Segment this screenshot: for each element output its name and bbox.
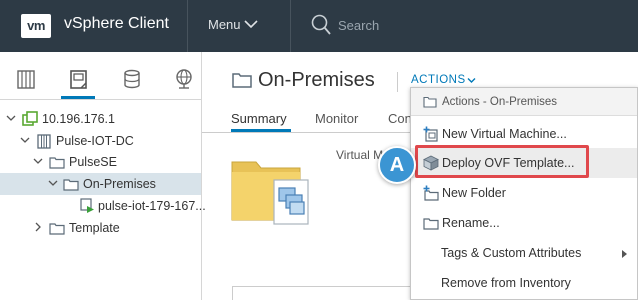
datacenter-icon <box>37 134 51 149</box>
header-divider <box>290 0 291 52</box>
menu-item-label: Rename... <box>442 216 500 230</box>
chevron-right-icon[interactable] <box>33 222 43 232</box>
app-title: vSphere Client <box>64 15 169 32</box>
tree-item-label: PulseSE <box>69 155 117 169</box>
tree-item-datacenter[interactable]: Pulse-IOT-DC <box>0 130 201 152</box>
tab-configure[interactable]: Con <box>388 111 412 126</box>
tab-summary[interactable]: Summary <box>231 111 287 126</box>
chevron-down-icon[interactable] <box>244 19 258 29</box>
menu-button[interactable]: Menu <box>208 17 241 32</box>
actions-menu-button[interactable]: ACTIONS <box>411 74 466 86</box>
menu-item-tags-custom-attributes[interactable]: Tags & Custom Attributes <box>411 238 637 268</box>
folder-icon <box>49 223 65 235</box>
page-title: On-Premises <box>258 69 375 91</box>
menu-item-label: New Folder <box>442 186 506 200</box>
menu-item-label: New Virtual Machine... <box>442 127 567 141</box>
new-vm-icon <box>423 126 438 142</box>
menu-item-label: Remove from Inventory <box>441 276 571 290</box>
vcenter-icon <box>22 111 38 126</box>
inventory-navigator: 10.196.176.1 Pulse-IOT-DC PulseSE On-Pre… <box>0 52 206 300</box>
tree-item-label: Pulse-IOT-DC <box>56 134 134 148</box>
rename-icon <box>423 218 439 230</box>
folder-icon <box>232 73 252 88</box>
folder-icon <box>423 96 437 108</box>
search-icon[interactable] <box>311 14 331 36</box>
tree-item-label: On-Premises <box>83 177 156 191</box>
divider <box>0 99 202 100</box>
top-header-bar: vm vSphere Client Menu Search <box>0 0 638 52</box>
callout-badge: A <box>378 146 416 184</box>
chevron-down-icon[interactable] <box>33 156 43 166</box>
chevron-down-icon[interactable] <box>6 113 16 123</box>
folder-icon <box>49 157 65 169</box>
folder-icon <box>63 179 79 191</box>
tree-item-template[interactable]: Template <box>0 217 201 239</box>
menu-item-label: Tags & Custom Attributes <box>441 246 582 260</box>
menu-item-new-folder[interactable]: New Folder <box>411 178 637 208</box>
search-input[interactable]: Search <box>338 18 379 33</box>
chevron-down-icon[interactable] <box>48 178 58 188</box>
chevron-down-icon[interactable] <box>467 77 476 84</box>
chevron-down-icon[interactable] <box>20 135 30 145</box>
menu-item-rename[interactable]: Rename... <box>411 208 637 238</box>
summary-label: Virtual M <box>336 148 384 162</box>
storage-icon[interactable] <box>122 68 142 90</box>
tree-item-label: 10.196.176.1 <box>42 112 115 126</box>
hosts-clusters-icon[interactable] <box>16 68 36 90</box>
tree-item-vcenter[interactable]: 10.196.176.1 <box>0 108 201 130</box>
vmware-logo: vm <box>21 14 51 38</box>
actions-dropdown-menu: Actions - On-Premises New Virtual Machin… <box>410 87 638 300</box>
tree-item-label: pulse-iot-179-167... <box>98 199 206 213</box>
tree-item-on-premises[interactable]: On-Premises <box>0 173 201 195</box>
menu-item-remove-from-inventory[interactable]: Remove from Inventory <box>411 268 637 298</box>
vms-templates-icon[interactable] <box>69 68 89 90</box>
highlight-box <box>415 145 589 178</box>
divider <box>397 72 398 92</box>
dropdown-header-label: Actions - On-Premises <box>442 96 558 108</box>
dropdown-header: Actions - On-Premises <box>411 88 637 116</box>
networking-icon[interactable] <box>174 68 194 90</box>
tree-item-vm[interactable]: pulse-iot-179-167... <box>0 195 206 217</box>
new-folder-icon <box>423 185 439 201</box>
submenu-arrow-icon <box>622 250 627 258</box>
vm-icon <box>80 198 94 213</box>
header-divider <box>187 0 188 52</box>
tab-monitor[interactable]: Monitor <box>315 111 358 126</box>
folder-illustration-icon <box>231 161 309 225</box>
tree-item-label: Template <box>69 221 120 235</box>
tree-item-pulsese[interactable]: PulseSE <box>0 151 201 173</box>
